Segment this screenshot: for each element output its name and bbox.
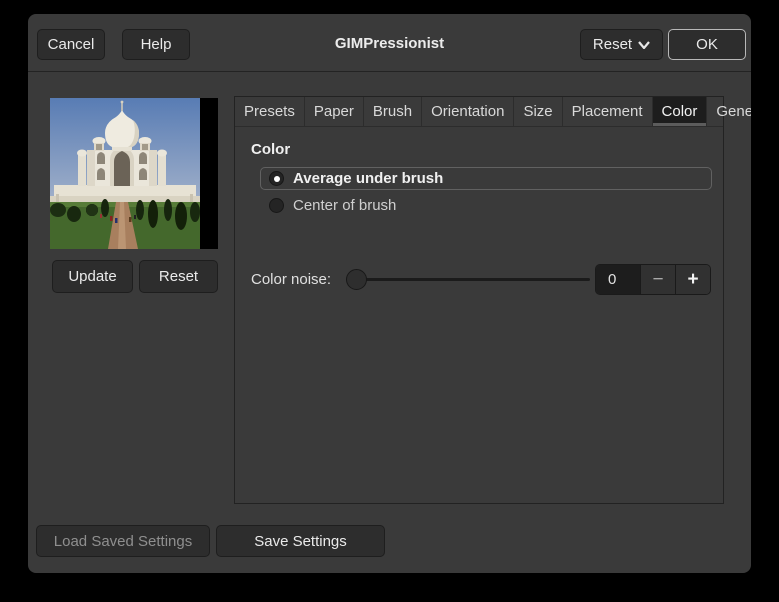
decrement-button[interactable]: − [640,265,675,294]
slider-handle[interactable] [346,269,367,290]
increment-button[interactable]: + [675,265,710,294]
radio-selected-icon [269,171,284,186]
tab-orientation[interactable]: Orientation [422,97,515,126]
reset-menu-button[interactable]: Reset [580,29,663,60]
color-noise-slider[interactable] [346,264,590,295]
preview-reset-button[interactable]: Reset [139,260,218,293]
update-button[interactable]: Update [52,260,133,293]
gimpressionist-dialog: Cancel Help GIMPressionist Reset OK Upda… [28,14,751,573]
taj-mahal-illustration [50,98,200,249]
radio-center-label: Center of brush [293,197,397,214]
radio-average-label: Average under brush [293,170,444,187]
tab-placement[interactable]: Placement [563,97,653,126]
color-noise-spinbox: 0 − + [595,264,711,295]
tab-brush[interactable]: Brush [364,97,423,126]
ok-button[interactable]: OK [668,29,746,60]
tab-size[interactable]: Size [514,97,563,126]
tab-general[interactable]: General [707,97,751,126]
load-saved-settings-button[interactable]: Load Saved Settings [36,525,210,557]
settings-notebook: Presets Paper Brush Orientation Size Pla… [234,96,751,504]
preview-image [50,98,218,249]
color-noise-value[interactable]: 0 [596,265,640,294]
color-tab-panel: Color Average under brush Center of brus… [235,127,723,295]
color-noise-row: Color noise: 0 − + [251,264,711,295]
save-settings-button[interactable]: Save Settings [216,525,385,557]
radio-average-under-brush[interactable]: Average under brush [260,167,712,190]
dialog-header: Cancel Help GIMPressionist Reset OK [28,14,751,72]
tab-color[interactable]: Color [652,97,708,126]
tab-bar: Presets Paper Brush Orientation Size Pla… [235,97,751,127]
cancel-button[interactable]: Cancel [37,29,105,60]
tab-presets[interactable]: Presets [235,97,305,126]
reset-menu-label: Reset [592,36,633,53]
chevron-down-icon [638,40,650,49]
slider-track [346,278,590,281]
color-section-heading: Color [251,141,291,158]
color-noise-label: Color noise: [251,271,332,288]
radio-center-of-brush[interactable]: Center of brush [260,194,712,217]
radio-unselected-icon [269,198,284,213]
help-button[interactable]: Help [122,29,190,60]
tab-paper[interactable]: Paper [305,97,364,126]
